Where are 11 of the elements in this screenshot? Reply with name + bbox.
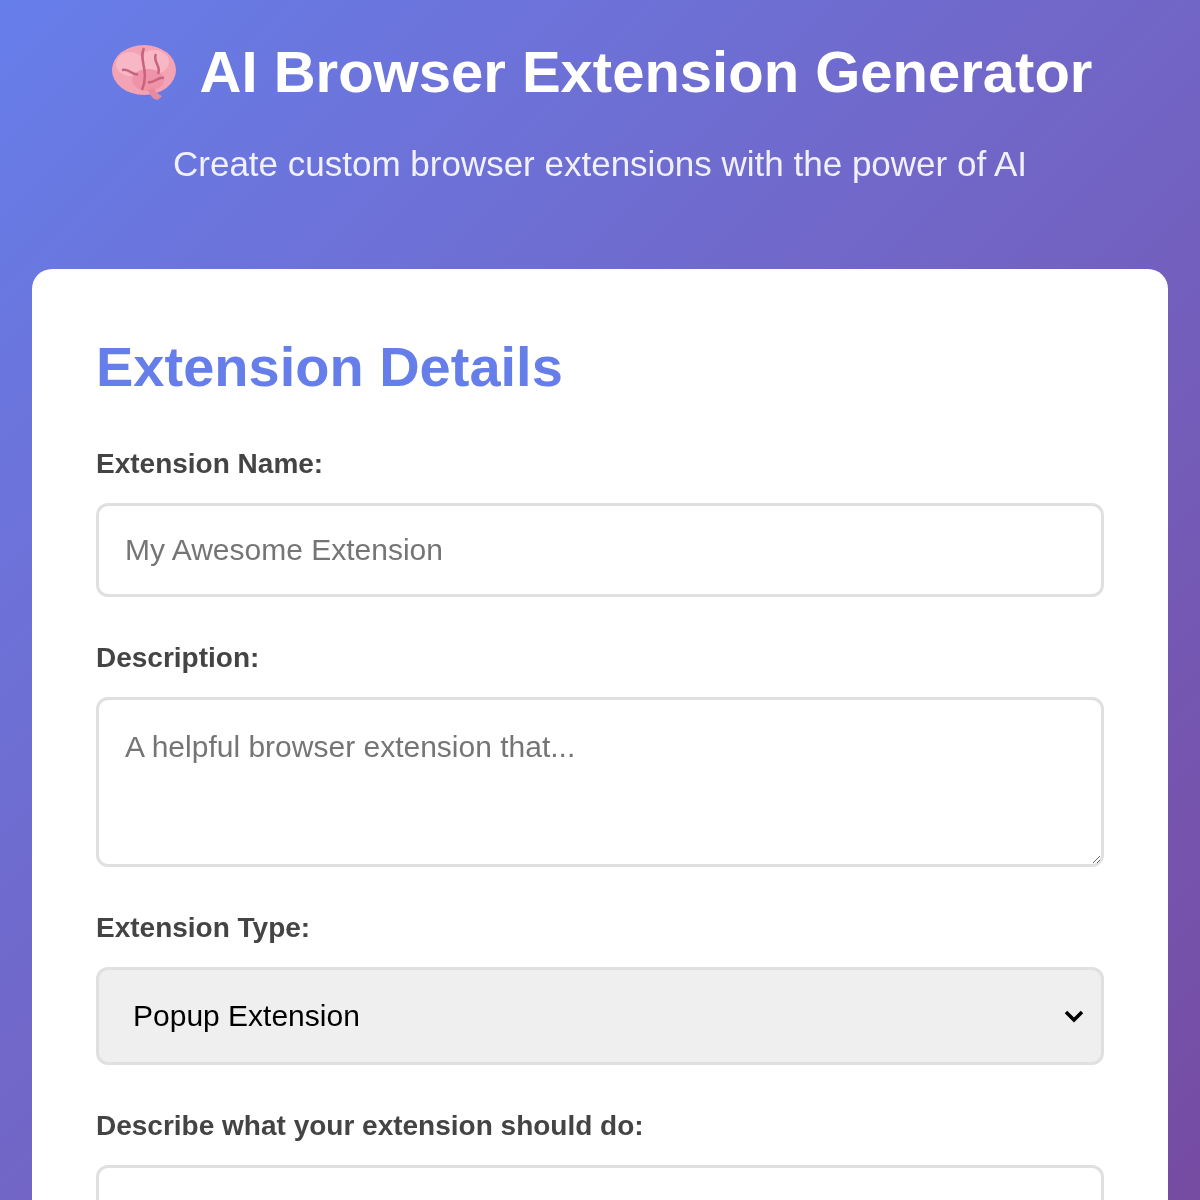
field-label: Extension Type: bbox=[96, 910, 312, 945]
card-heading: Extension Details bbox=[96, 334, 564, 399]
field-label: Extension Name: bbox=[96, 446, 325, 481]
field-label: Description: bbox=[96, 640, 261, 675]
page-subtitle: Create custom browser extensions with the power of AI bbox=[173, 143, 1027, 185]
description-field[interactable]: A helpful browser extension that... bbox=[96, 696, 1104, 867]
type-select[interactable]: Popup Extension bbox=[96, 966, 1104, 1065]
name-field[interactable]: My Awesome Extension bbox=[96, 502, 1104, 597]
chevron-down-icon bbox=[1063, 1008, 1085, 1023]
field-label: Describe what your extension should do: bbox=[96, 1108, 645, 1143]
page-title: AI Browser Extension Generator bbox=[199, 38, 1093, 106]
